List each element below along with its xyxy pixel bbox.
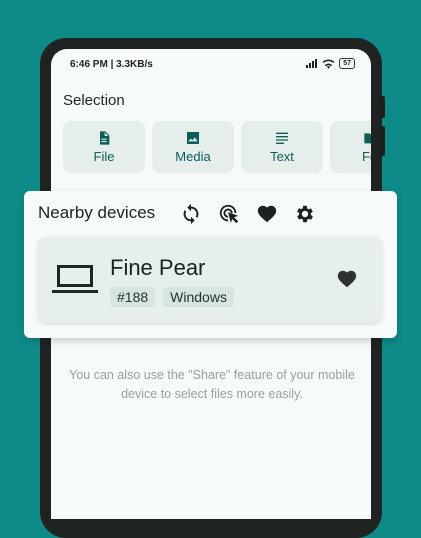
tile-label: File xyxy=(93,149,115,164)
refresh-button[interactable] xyxy=(179,202,203,226)
tile-folder[interactable]: Fol xyxy=(330,121,371,173)
text-icon xyxy=(276,132,288,144)
favorites-heart-icon xyxy=(257,205,277,223)
tile-text[interactable]: Text xyxy=(241,121,323,173)
selection-title: Selection xyxy=(63,92,125,109)
scan-target-icon xyxy=(219,204,239,224)
scan-button[interactable] xyxy=(217,202,241,226)
status-icons: 57 xyxy=(306,58,355,69)
selection-tiles: File Media Text Fol xyxy=(63,121,371,175)
nearby-devices-card: Nearby devices Fine Pear #188 Windows xyxy=(24,191,397,338)
phone-side-button xyxy=(379,126,385,156)
wifi-icon xyxy=(322,59,335,69)
file-icon xyxy=(100,131,110,145)
favorite-heart-icon[interactable] xyxy=(336,268,358,290)
device-badges: #188 Windows xyxy=(110,287,234,307)
device-item[interactable]: Fine Pear #188 Windows xyxy=(38,237,382,323)
device-name: Fine Pear xyxy=(110,255,206,280)
refresh-icon xyxy=(183,203,199,225)
signal-icon xyxy=(306,59,318,68)
nearby-devices-title: Nearby devices xyxy=(38,203,156,222)
phone-side-button xyxy=(379,96,385,118)
tile-label: Fol xyxy=(361,149,371,164)
settings-gear-icon xyxy=(297,205,313,223)
battery-icon: 57 xyxy=(339,58,355,69)
tile-label: Text xyxy=(270,149,294,164)
image-icon xyxy=(187,132,199,144)
nearby-actions xyxy=(179,202,317,226)
status-time: 6:46 PM | 3.3KB/s xyxy=(70,59,153,70)
tile-label: Media xyxy=(175,149,211,164)
device-id-badge: #188 xyxy=(110,287,156,307)
tile-file[interactable]: File xyxy=(63,121,145,173)
favorites-button[interactable] xyxy=(255,202,279,226)
folder-icon xyxy=(364,133,371,144)
tile-media[interactable]: Media xyxy=(152,121,234,173)
laptop-icon xyxy=(52,259,98,299)
share-hint: You can also use the "Share" feature of … xyxy=(69,368,355,401)
status-bar: 6:46 PM | 3.3KB/s 57 xyxy=(70,58,355,73)
device-os-badge: Windows xyxy=(163,287,234,307)
settings-button[interactable] xyxy=(293,202,317,226)
